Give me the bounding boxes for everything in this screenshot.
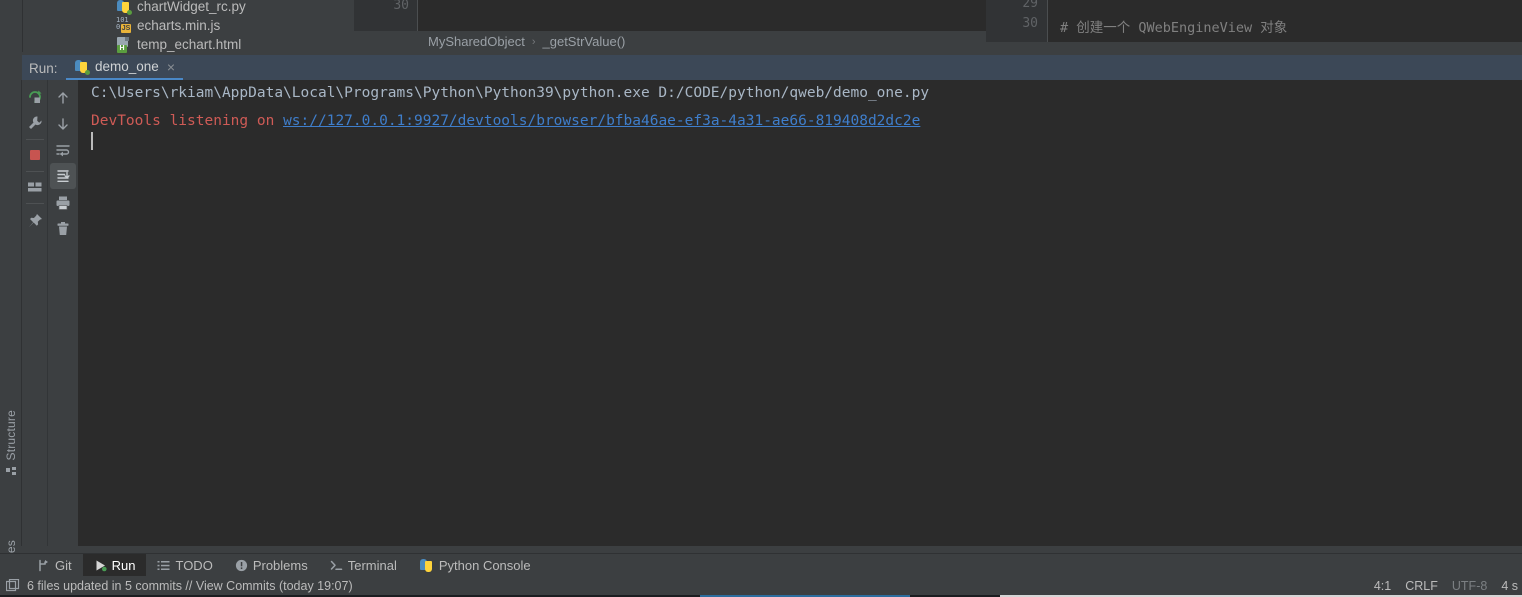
tree-item-label: chartWidget_rc.py — [137, 0, 246, 14]
minified-js-file-icon: 101 0 JS — [116, 16, 131, 33]
structure-icon — [5, 466, 17, 478]
tree-item-temp-echart-html[interactable]: H temp_echart.html — [23, 35, 353, 54]
caret-position-indicator[interactable]: 4:1 — [1374, 579, 1391, 593]
bottom-tab-run[interactable]: Run — [82, 553, 147, 577]
arrow-down-icon — [58, 118, 68, 130]
scroll-to-end-button[interactable] — [50, 163, 76, 189]
run-tab-label: demo_one — [95, 59, 159, 74]
line-separator-indicator[interactable]: CRLF — [1405, 579, 1438, 593]
encoding-indicator[interactable]: UTF-8 — [1452, 579, 1487, 593]
project-tree-panel: chartWidget_rc.py 101 0 JS echarts.min.js … — [23, 0, 353, 54]
toolbar-separator — [26, 203, 44, 204]
status-message[interactable]: 6 files updated in 5 commits // View Com… — [27, 579, 353, 593]
clear-all-button[interactable] — [50, 216, 76, 242]
run-panel-header — [22, 55, 1522, 80]
git-branch-icon — [37, 559, 50, 572]
bottom-tab-label: Terminal — [347, 557, 397, 573]
python-run-config-icon — [74, 59, 90, 75]
rerun-button[interactable] — [22, 84, 48, 110]
tree-item-chartwidget-rc-py[interactable]: chartWidget_rc.py — [23, 0, 353, 16]
pin-tab-button[interactable] — [22, 208, 48, 234]
close-icon[interactable]: × — [167, 60, 175, 74]
arrow-up-icon — [58, 92, 68, 104]
down-the-stack-trace-button[interactable] — [50, 111, 76, 137]
tool-window-button-structure[interactable]: Structure — [0, 410, 22, 478]
print-button[interactable] — [50, 190, 76, 216]
editor-gutter-left: 30 — [354, 0, 418, 31]
status-bar-left: 6 files updated in 5 commits // View Com… — [0, 578, 353, 593]
window-icon[interactable] — [6, 578, 20, 593]
todo-list-icon — [157, 559, 170, 572]
printer-icon — [56, 196, 70, 210]
breadcrumb-class[interactable]: MySharedObject — [428, 34, 525, 49]
up-the-stack-trace-button[interactable] — [50, 85, 76, 111]
run-configurations-button[interactable] — [22, 110, 48, 136]
trash-icon — [57, 222, 69, 235]
line-number: 30 — [393, 0, 409, 13]
top-strip: chartWidget_rc.py 101 0 JS echarts.min.js … — [0, 0, 1522, 54]
left-tool-window-bar: Structure Favorites — [0, 80, 22, 591]
breadcrumb[interactable]: MySharedObject › _getStrValue() — [418, 31, 994, 52]
bottom-tab-label: Git — [55, 557, 72, 573]
run-console-output[interactable]: C:\Users\rkiam\AppData\Local\Programs\Py… — [78, 80, 1522, 546]
tool-window-label: Structure — [4, 410, 18, 461]
run-tab-demo-one[interactable]: demo_one × — [66, 55, 183, 80]
bottom-tab-problems[interactable]: Problems — [224, 554, 319, 577]
console-devtools-line: DevTools listening on ws://127.0.0.1:992… — [91, 113, 920, 129]
bottom-tab-todo[interactable]: TODO — [146, 554, 223, 577]
editor-pane-right[interactable]: # 创建一个 QWebEngineView 对象 — [1048, 0, 1522, 42]
scroll-to-end-icon — [57, 170, 70, 182]
run-play-icon — [94, 559, 107, 572]
breadcrumb-method[interactable]: _getStrValue() — [543, 34, 626, 49]
stop-button[interactable] — [22, 142, 48, 168]
line-number: 29 — [1022, 0, 1038, 11]
layout-settings-button[interactable] — [22, 174, 48, 200]
console-command-line: C:\Users\rkiam\AppData\Local\Programs\Py… — [91, 85, 930, 101]
breadcrumb-separator-icon: › — [531, 35, 536, 48]
tree-item-label: temp_echart.html — [137, 37, 242, 52]
line-number: 30 — [1022, 16, 1038, 31]
bottom-tab-label: Run — [111, 557, 136, 573]
rerun-icon — [29, 90, 42, 103]
python-file-icon — [116, 0, 132, 15]
wrench-icon — [29, 116, 42, 129]
indent-indicator[interactable]: 4 s — [1501, 579, 1518, 593]
run-toolbar-secondary — [48, 80, 78, 546]
problems-icon — [235, 559, 248, 572]
soft-wrap-icon — [56, 145, 70, 157]
devtools-message-text: DevTools listening on — [91, 113, 284, 129]
stop-square-icon — [30, 150, 40, 160]
code-comment-line: # 创建一个 QWebEngineView 对象 — [1060, 20, 1288, 36]
tree-item-label: echarts.min.js — [137, 18, 221, 33]
pycharm-ide-window: chartWidget_rc.py 101 0 JS echarts.min.js … — [0, 0, 1522, 597]
html-file-icon: H — [116, 37, 131, 53]
editor-pane-center[interactable] — [418, 0, 994, 43]
console-caret — [91, 132, 93, 150]
soft-wrap-button[interactable] — [50, 137, 76, 163]
bottom-tab-label: Problems — [252, 557, 308, 573]
left-tool-gutter-top — [0, 0, 23, 52]
status-bar-right: 4:1 CRLF UTF-8 4 s — [1374, 576, 1522, 595]
terminal-icon — [330, 559, 343, 572]
run-panel-label: Run: — [29, 61, 58, 76]
python-console-icon — [419, 558, 434, 573]
window-layout-icon — [28, 182, 42, 192]
run-toolbar-primary — [22, 80, 48, 546]
tree-item-echarts-min-js[interactable]: 101 0 JS echarts.min.js — [23, 16, 353, 35]
devtools-url-link[interactable]: ws://127.0.0.1:9927/devtools/browser/bfb… — [283, 113, 920, 129]
bottom-tab-python-console[interactable]: Python Console — [408, 554, 542, 577]
pin-icon — [29, 214, 42, 227]
run-header-left-pad — [0, 55, 22, 80]
toolbar-separator — [26, 171, 44, 172]
bottom-tab-terminal[interactable]: Terminal — [319, 554, 408, 577]
status-bar: 6 files updated in 5 commits // View Com… — [0, 576, 1522, 595]
bottom-tab-git[interactable]: Git — [26, 554, 83, 577]
bottom-tool-window-bar: Git Run TODO Problems Terminal Python Co… — [0, 553, 1522, 577]
editor-horizontal-scrollbar-track[interactable] — [418, 17, 994, 43]
bottom-tab-label: Python Console — [438, 557, 531, 573]
toolbar-separator — [26, 139, 44, 140]
bottom-tab-label: TODO — [175, 557, 213, 573]
editor-gutter-right: 29 30 — [986, 0, 1048, 42]
